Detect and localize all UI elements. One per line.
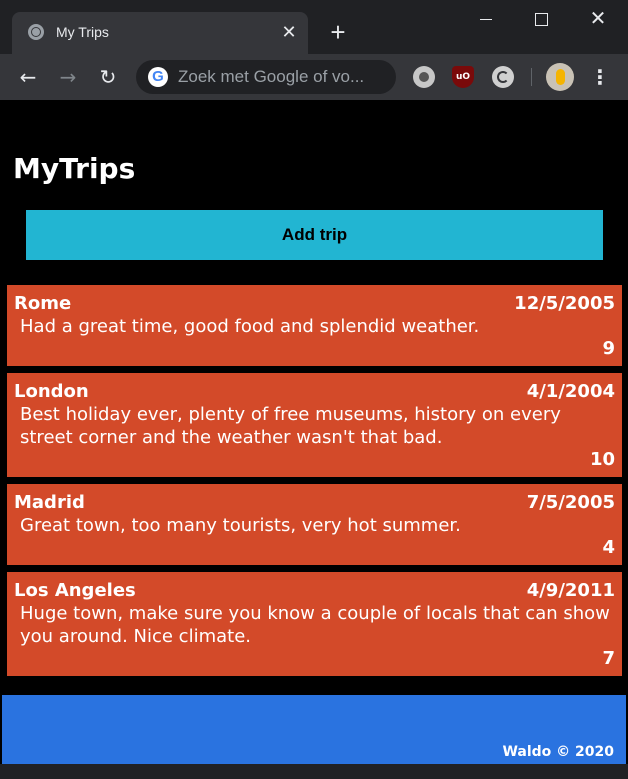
globe-icon: [28, 24, 44, 40]
trip-name: Los Angeles: [14, 580, 136, 601]
trip-score: 7: [602, 648, 615, 669]
trip-header: Rome 12/5/2005: [14, 293, 615, 315]
trip-description: Best holiday ever, plenty of free museum…: [20, 404, 561, 448]
avatar[interactable]: [546, 63, 574, 91]
maximize-button[interactable]: [527, 8, 555, 32]
trip-date: 12/5/2005: [514, 293, 615, 314]
trip-header: Los Angeles 4/9/2011: [14, 580, 615, 602]
trip-score: 4: [602, 537, 615, 558]
trip-list: Rome 12/5/2005 Had a great time, good fo…: [7, 285, 622, 683]
reload-button[interactable]: ↻: [94, 64, 122, 90]
tab-title: My Trips: [56, 24, 109, 40]
footer: Waldo © 2020: [2, 695, 626, 764]
google-icon: G: [148, 67, 168, 87]
trip-date: 4/9/2011: [526, 580, 615, 601]
trip-description: Great town, too many tourists, very hot …: [20, 515, 461, 536]
trip-card[interactable]: Madrid 7/5/2005 Great town, too many tou…: [7, 484, 622, 565]
toolbar-divider: [531, 68, 532, 86]
more-vert-icon[interactable]: ⋮: [588, 64, 612, 90]
window-bottom-border: [0, 764, 628, 779]
new-tab-button[interactable]: +: [326, 19, 350, 45]
trip-header: Madrid 7/5/2005: [14, 492, 615, 514]
address-input[interactable]: [178, 60, 388, 94]
trip-score: 9: [602, 338, 615, 359]
address-bar[interactable]: G: [136, 60, 396, 94]
trip-name: Madrid: [14, 492, 85, 513]
page-title: MyTrips: [13, 152, 136, 185]
ublock-icon[interactable]: uO: [452, 66, 474, 88]
forward-button[interactable]: →: [54, 64, 82, 90]
footer-copyright: Waldo © 2020: [502, 744, 614, 760]
trip-description: Had a great time, good food and splendid…: [20, 316, 480, 337]
trip-date: 7/5/2005: [526, 492, 615, 513]
extension-icon[interactable]: [492, 66, 514, 88]
trip-description: Huge town, make sure you know a couple o…: [20, 603, 610, 647]
trip-card[interactable]: Rome 12/5/2005 Had a great time, good fo…: [7, 285, 622, 366]
minimize-button[interactable]: [472, 8, 500, 32]
browser-toolbar: ← → ↻ G uO ⋮: [0, 54, 628, 100]
trip-name: Rome: [14, 293, 72, 314]
extension-icon[interactable]: [413, 66, 435, 88]
tab-close-button[interactable]: ✕: [278, 21, 300, 43]
back-button[interactable]: ←: [14, 64, 42, 90]
trip-score: 10: [589, 449, 615, 470]
trip-card[interactable]: Los Angeles 4/9/2011 Huge town, make sur…: [7, 572, 622, 676]
window-close-button[interactable]: ✕: [584, 8, 612, 32]
browser-tab-bar: My Trips ✕ + ✕: [0, 0, 628, 54]
add-trip-button[interactable]: Add trip: [26, 210, 603, 260]
trip-header: London 4/1/2004: [14, 381, 615, 403]
trip-date: 4/1/2004: [526, 381, 615, 402]
browser-tab[interactable]: My Trips ✕: [12, 12, 308, 54]
page-content: MyTrips Add trip Rome 12/5/2005 Had a gr…: [0, 100, 628, 779]
trip-name: London: [14, 381, 89, 402]
trip-card[interactable]: London 4/1/2004 Best holiday ever, plent…: [7, 373, 622, 477]
